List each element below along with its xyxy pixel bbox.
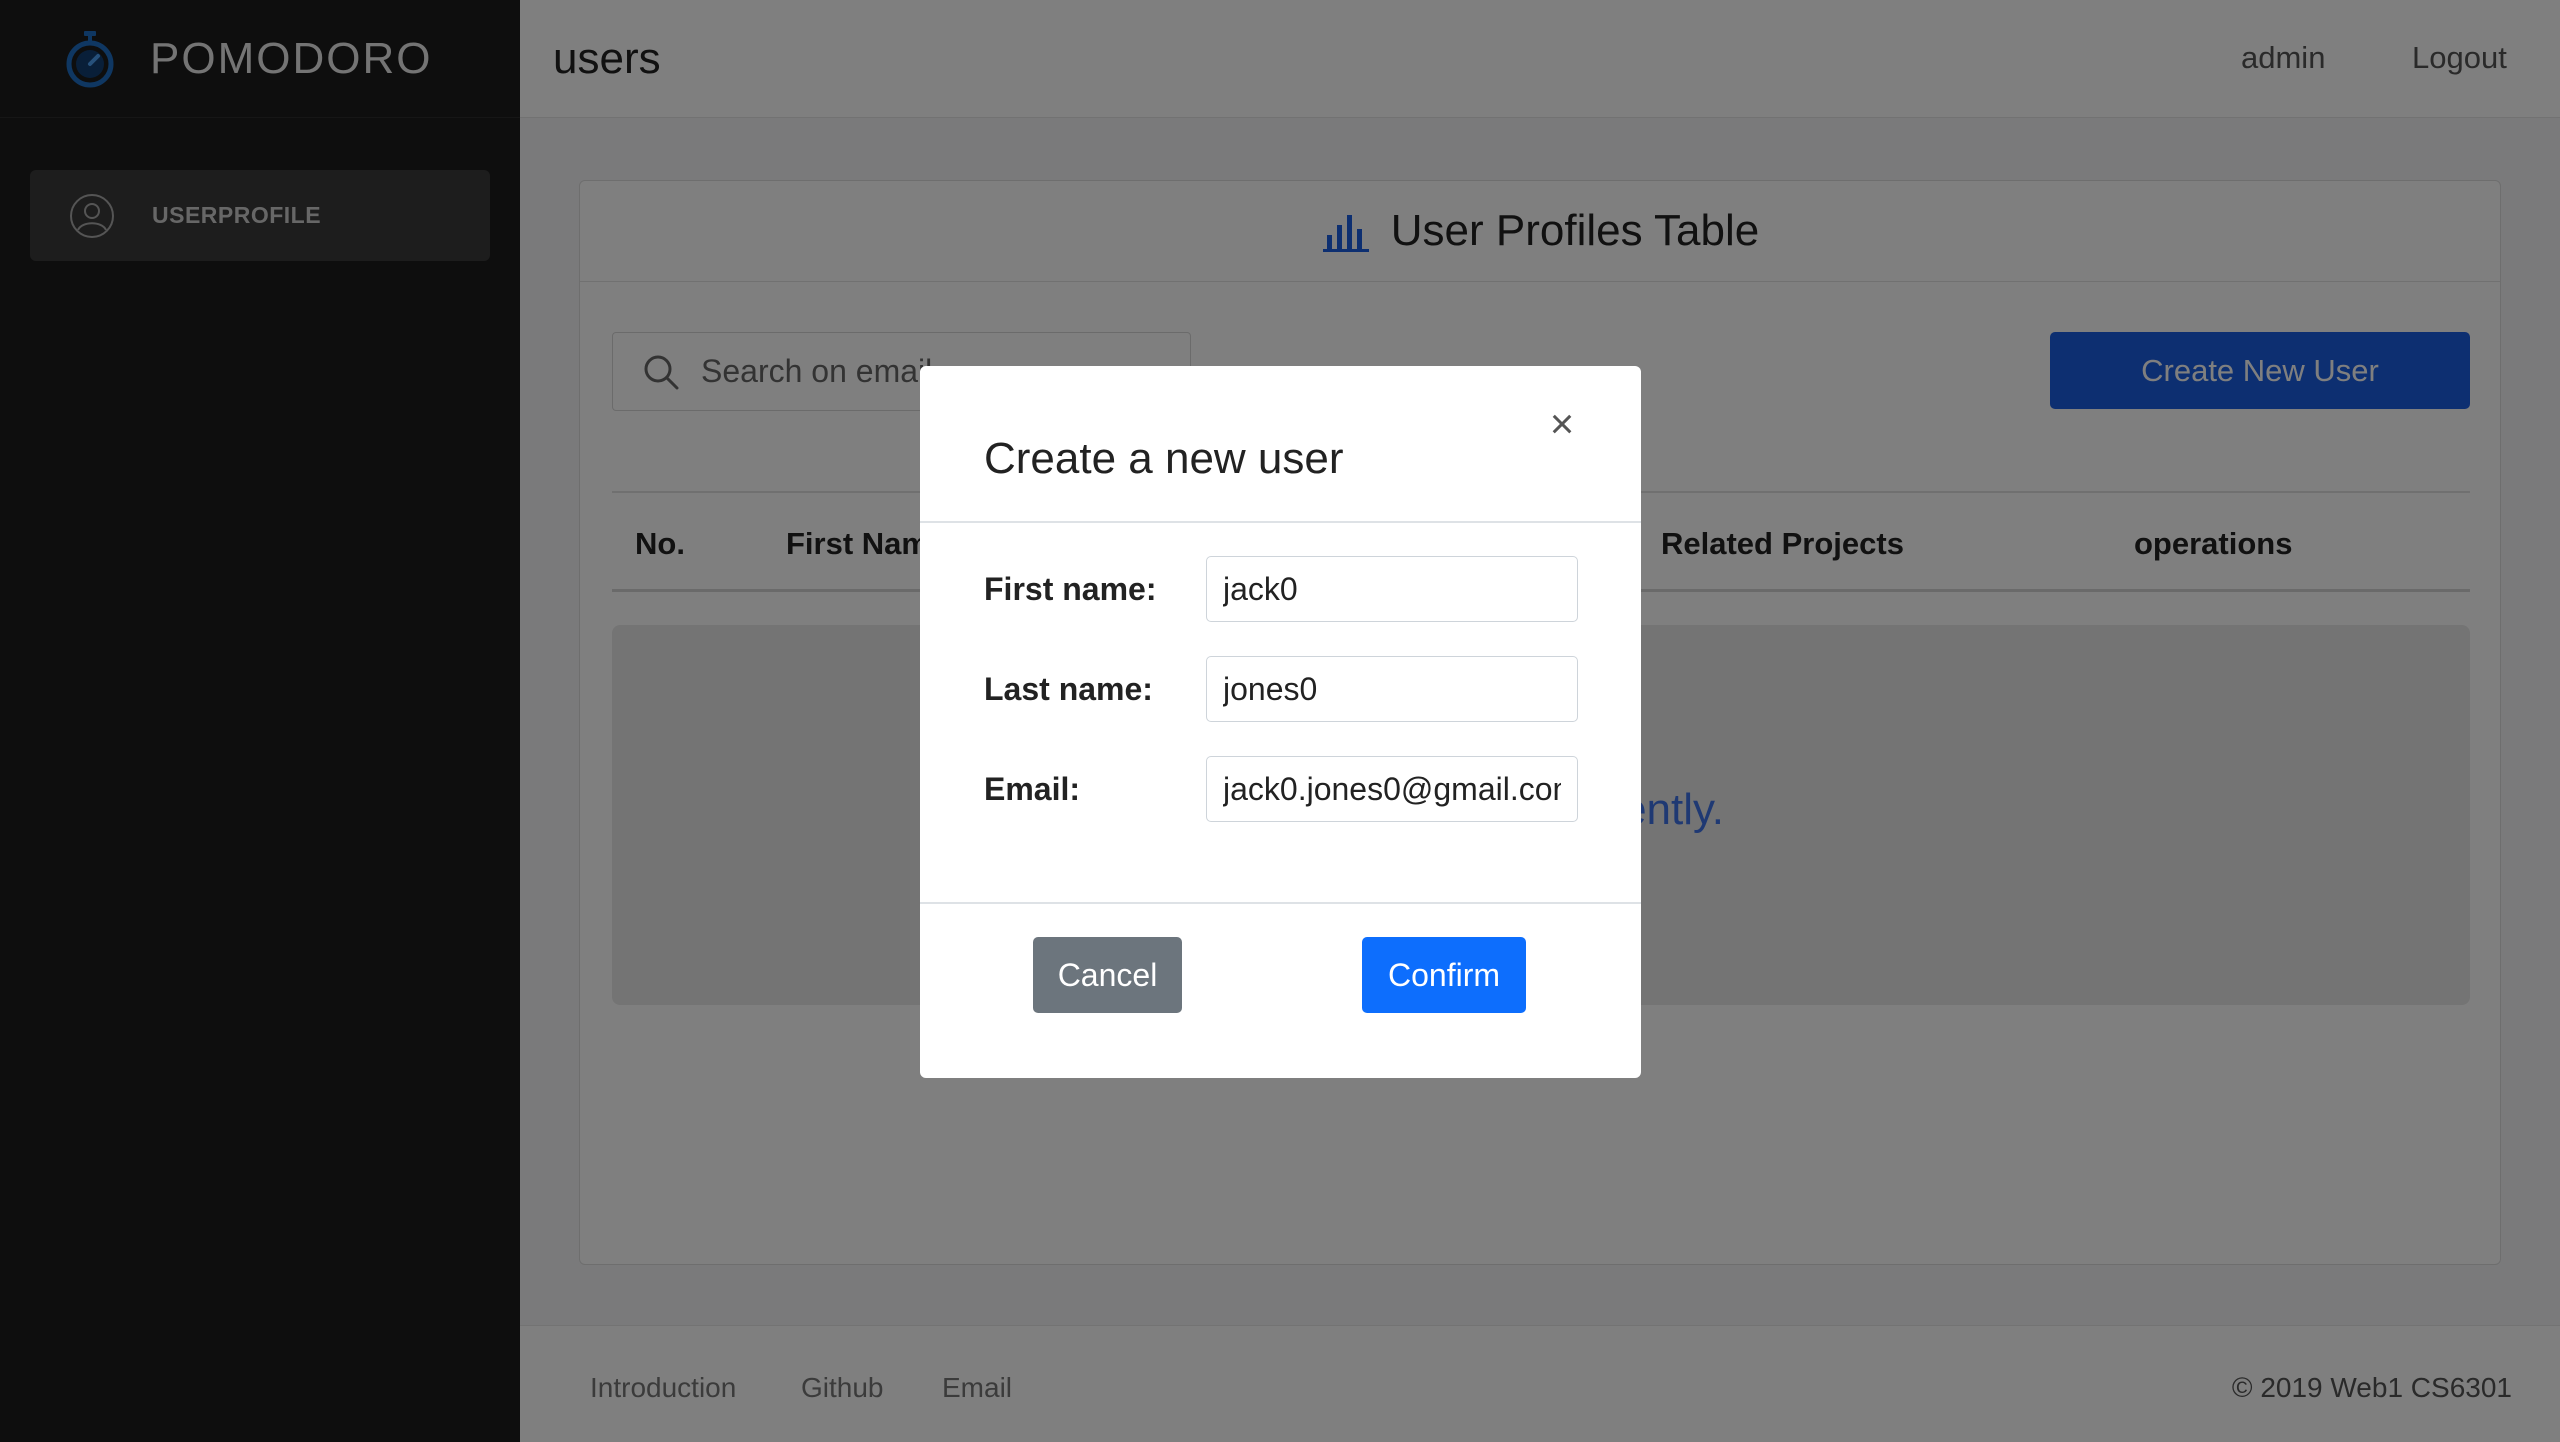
close-icon[interactable]: × <box>1542 403 1582 445</box>
modal-header: Create a new user × <box>920 366 1641 523</box>
create-user-modal: Create a new user × First name: Last nam… <box>920 366 1641 1078</box>
first-name-label: First name: <box>984 571 1157 607</box>
cancel-button[interactable]: Cancel <box>1033 937 1182 1013</box>
email-label: Email: <box>984 771 1081 807</box>
first-name-field[interactable] <box>1206 556 1578 622</box>
modal-title: Create a new user <box>984 434 1344 483</box>
last-name-row: Last name: <box>984 656 1578 722</box>
confirm-button[interactable]: Confirm <box>1362 937 1526 1013</box>
last-name-field[interactable] <box>1206 656 1578 722</box>
email-field[interactable] <box>1206 756 1578 822</box>
email-row: Email: <box>984 756 1578 822</box>
last-name-label: Last name: <box>984 671 1153 707</box>
first-name-row: First name: <box>984 556 1578 622</box>
modal-footer: Cancel Confirm <box>920 902 1641 1078</box>
